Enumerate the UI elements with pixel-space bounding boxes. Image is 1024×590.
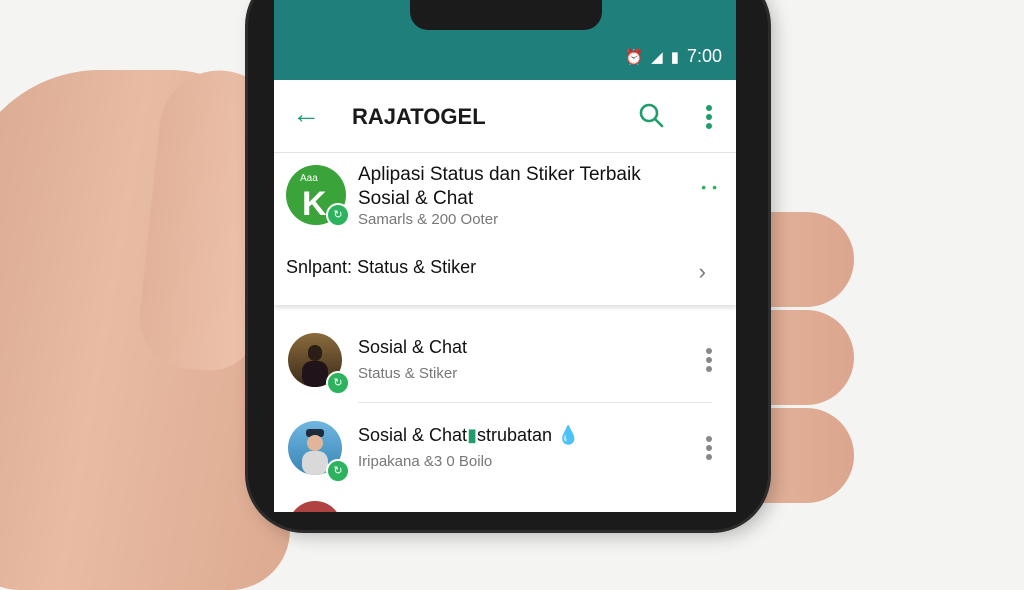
status-time: 7:00 — [686, 46, 722, 66]
app-bar: ← RAJATOGEL — [274, 80, 736, 153]
more-vert-icon[interactable] — [704, 345, 714, 375]
signal-icon: ◢ — [651, 48, 663, 66]
featured-subtitle: Samarls & 200 Ooter — [358, 211, 499, 228]
chevron-right-icon: › — [698, 259, 706, 284]
featured-link-label: Snlpant: — [286, 257, 353, 277]
list-item[interactable]: ↻ Sosial & Chat▮strubatan 💧 Iripakana &3… — [274, 403, 736, 491]
featured-title: Aplipasi Status dan Stiker Terbaik Sosia… — [358, 164, 641, 209]
camera-notch — [410, 0, 602, 30]
search-icon[interactable] — [638, 102, 664, 128]
featured-card[interactable]: Aaa K ↻ Aplipasi Status dan Stiker Terba… — [274, 153, 736, 305]
more-vert-icon[interactable] — [704, 433, 714, 463]
page-title: RAJATOGEL — [352, 104, 486, 129]
list-item-name: Sosial & Chat▮strubatan 💧 — [358, 425, 580, 445]
more-vert-icon[interactable] — [704, 102, 714, 132]
avatar — [288, 501, 342, 512]
featured-link-value: Status & Stiker — [357, 257, 477, 277]
list-item-name: Sosial & Chat — [358, 337, 468, 357]
more-dots-icon[interactable]: • • — [701, 179, 718, 195]
list-item[interactable]: ↻ Sosial & Chat Status & Stiker — [274, 315, 736, 403]
featured-link-row[interactable]: Snlpant: Status & Stiker › — [286, 257, 716, 293]
sync-badge-icon: ↻ — [326, 459, 350, 483]
logo-letter: K — [302, 185, 327, 223]
back-arrow-icon[interactable]: ← — [292, 98, 320, 130]
logo-text: Aaa — [300, 173, 318, 184]
chat-list: ↻ Sosial & Chat Status & Stiker ↻ Sosial… — [274, 315, 736, 512]
emoji-icon: 💧 — [557, 425, 580, 445]
sync-badge-icon: ↻ — [326, 371, 350, 395]
phone-screen: ⏰ ◢ ▮ 7:00 ← RAJATOGEL Aaa K ↻ Aplipasi … — [274, 0, 736, 512]
status-bar: ⏰ ◢ ▮ 7:00 — [274, 0, 736, 80]
tag-icon: ▮ — [467, 425, 477, 445]
sync-badge-icon: ↻ — [326, 203, 350, 227]
alarm-icon: ⏰ — [624, 48, 644, 66]
battery-icon: ▮ — [670, 48, 679, 66]
list-item[interactable] — [274, 491, 736, 512]
list-item-sub: Iripakana &3 0 Boilo — [358, 453, 493, 470]
list-item-sub: Status & Stiker — [358, 365, 458, 382]
